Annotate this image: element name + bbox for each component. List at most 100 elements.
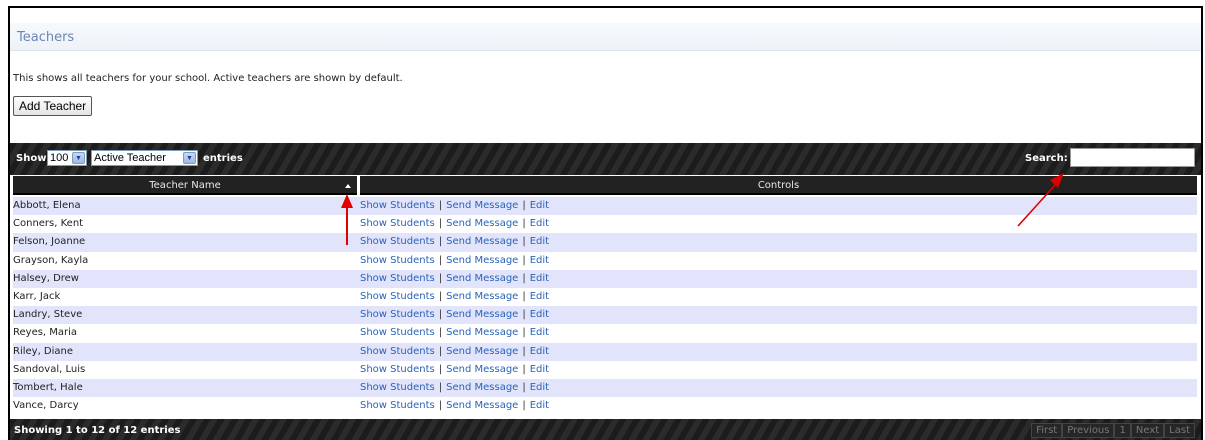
column-header-label: Controls: [757, 180, 800, 191]
column-header-teacher-name[interactable]: Teacher Name: [13, 176, 357, 195]
send-message-link[interactable]: Send Message: [446, 236, 518, 247]
table-row: Sandoval, Luis Show Students | Send Message…: [13, 360, 1197, 379]
show-students-link[interactable]: Show Students: [360, 273, 435, 284]
pagination: First Previous 1 Next Last: [1031, 423, 1195, 438]
pager-first-button[interactable]: First: [1031, 423, 1063, 438]
send-message-link[interactable]: Send Message: [446, 346, 518, 357]
link-separator: |: [438, 290, 443, 302]
show-students-link[interactable]: Show Students: [360, 291, 435, 302]
send-message-link[interactable]: Send Message: [446, 255, 518, 266]
teacher-name-cell: Karr, Jack: [13, 290, 61, 302]
table-row: Tombert, Hale Show Students | Send Message |…: [13, 378, 1197, 398]
link-separator: |: [522, 290, 526, 302]
table-row: Karr, Jack Show Students | Send Message | Edi…: [13, 287, 1197, 307]
intro-text: This shows all teachers for your school.…: [13, 73, 403, 84]
table-row: Abbott, Elena Show Students | Send Message |…: [13, 197, 1197, 216]
edit-link[interactable]: Edit: [530, 327, 549, 338]
pager-last-button[interactable]: Last: [1164, 423, 1195, 438]
edit-link[interactable]: Edit: [530, 273, 549, 284]
send-message-link[interactable]: Send Message: [446, 382, 518, 393]
send-message-link[interactable]: Send Message: [446, 327, 518, 338]
controls-cell: Show Students | Send Message | Edit: [360, 197, 549, 215]
show-students-link[interactable]: Show Students: [360, 236, 435, 247]
edit-link[interactable]: Edit: [530, 382, 549, 393]
page-header: Teachers: [10, 23, 1201, 51]
edit-link[interactable]: Edit: [530, 255, 549, 266]
link-separator: |: [438, 272, 443, 284]
add-teacher-button[interactable]: Add Teacher: [13, 96, 93, 116]
link-separator: |: [522, 254, 526, 266]
search-input[interactable]: [1070, 148, 1195, 167]
edit-link[interactable]: Edit: [530, 400, 549, 411]
show-students-link[interactable]: Show Students: [360, 218, 435, 229]
table-row: Riley, Diane Show Students | Send Message | E…: [13, 342, 1197, 361]
page-length-value: 100: [50, 152, 69, 164]
app-window: Teachers This shows all teachers for you…: [8, 6, 1203, 440]
controls-cell: Show Students | Send Message | Edit: [360, 288, 549, 306]
sort-asc-icon: [345, 184, 351, 188]
pager-previous-button[interactable]: Previous: [1062, 423, 1115, 438]
send-message-link[interactable]: Send Message: [446, 364, 518, 375]
link-separator: |: [522, 327, 526, 339]
table-row: Landry, Steve Show Students | Send Message |…: [13, 306, 1197, 325]
edit-link[interactable]: Edit: [530, 346, 549, 357]
pager-next-button[interactable]: Next: [1130, 423, 1165, 438]
teacher-name-cell: Conners, Kent: [13, 218, 84, 230]
link-separator: |: [438, 381, 443, 393]
controls-cell: Show Students | Send Message | Edit: [360, 233, 549, 251]
show-students-link[interactable]: Show Students: [360, 255, 435, 266]
link-separator: |: [522, 309, 526, 321]
show-students-link[interactable]: Show Students: [360, 309, 435, 320]
show-label: Show: [16, 153, 47, 164]
link-separator: |: [522, 218, 526, 230]
pager-page-1-button[interactable]: 1: [1114, 423, 1131, 438]
link-separator: |: [438, 200, 443, 211]
edit-link[interactable]: Edit: [530, 236, 549, 247]
page-length-select[interactable]: 100 ▼: [47, 150, 87, 166]
edit-link[interactable]: Edit: [530, 200, 549, 211]
send-message-link[interactable]: Send Message: [446, 309, 518, 320]
table-row: Reyes, Maria Show Students | Send Message | E…: [13, 324, 1197, 343]
table-row: Grayson, Kayla Show Students | Send Message…: [13, 251, 1197, 270]
table-footer: Showing 1 to 12 of 12 entries First Prev…: [10, 419, 1201, 440]
send-message-link[interactable]: Send Message: [446, 218, 518, 229]
edit-link[interactable]: Edit: [530, 309, 549, 320]
link-separator: |: [438, 327, 443, 339]
controls-cell: Show Students | Send Message | Edit: [360, 215, 549, 233]
chevron-down-icon: ▼: [72, 152, 85, 164]
link-separator: |: [438, 363, 443, 375]
send-message-link[interactable]: Send Message: [446, 291, 518, 302]
send-message-link[interactable]: Send Message: [446, 273, 518, 284]
show-students-link[interactable]: Show Students: [360, 200, 435, 211]
controls-cell: Show Students | Send Message | Edit: [360, 361, 549, 379]
link-separator: |: [522, 236, 526, 248]
teacher-status-select[interactable]: Active Teacher ▼: [91, 150, 198, 166]
link-separator: |: [438, 218, 443, 230]
edit-link[interactable]: Edit: [530, 291, 549, 302]
teacher-name-cell: Tombert, Hale: [13, 381, 83, 393]
controls-cell: Show Students | Send Message | Edit: [360, 397, 549, 415]
send-message-link[interactable]: Send Message: [446, 200, 518, 211]
send-message-link[interactable]: Send Message: [446, 400, 518, 411]
show-students-link[interactable]: Show Students: [360, 382, 435, 393]
teacher-name-cell: Sandoval, Luis: [13, 363, 86, 375]
controls-cell: Show Students | Send Message | Edit: [360, 306, 549, 324]
search-label: Search:: [1025, 153, 1068, 164]
controls-cell: Show Students | Send Message | Edit: [360, 252, 549, 270]
teacher-name-cell: Riley, Diane: [13, 345, 74, 357]
show-students-link[interactable]: Show Students: [360, 346, 435, 357]
show-students-link[interactable]: Show Students: [360, 327, 435, 338]
show-students-link[interactable]: Show Students: [360, 364, 435, 375]
link-separator: |: [522, 200, 526, 211]
controls-cell: Show Students | Send Message | Edit: [360, 324, 549, 342]
link-separator: |: [522, 400, 526, 412]
column-header-controls[interactable]: Controls: [360, 176, 1197, 195]
link-separator: |: [522, 272, 526, 284]
edit-link[interactable]: Edit: [530, 364, 549, 375]
edit-link[interactable]: Edit: [530, 218, 549, 229]
chevron-down-icon: ▼: [183, 152, 196, 164]
link-separator: |: [438, 345, 443, 357]
link-separator: |: [438, 254, 443, 266]
show-students-link[interactable]: Show Students: [360, 400, 435, 411]
page-title: Teachers: [17, 30, 75, 45]
